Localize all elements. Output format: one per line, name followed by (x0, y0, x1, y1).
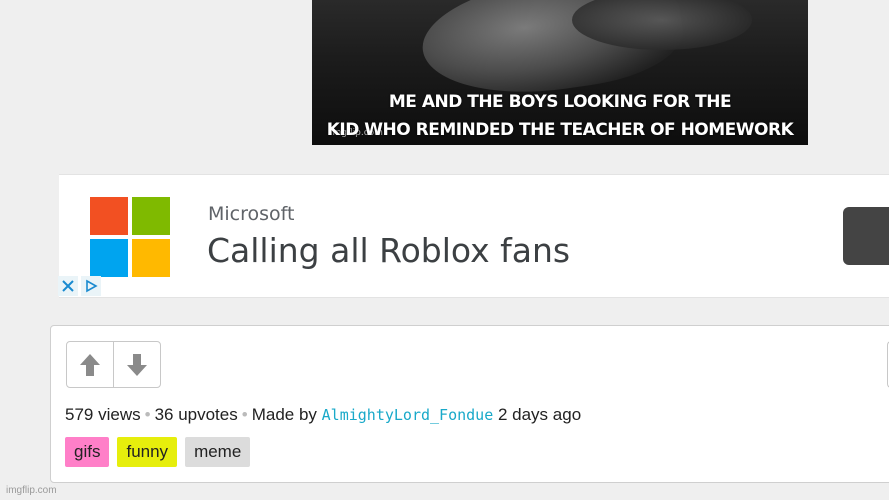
meme-image[interactable]: ME AND THE BOYS LOOKING FOR THE imgflip.… (312, 0, 808, 145)
author-link[interactable]: AlmightyLord_Fondue (322, 406, 494, 424)
tag-funny[interactable]: funny (117, 437, 178, 467)
logo-square-red (90, 197, 128, 235)
arrow-up-icon (80, 353, 100, 376)
made-by-label: Made by (251, 405, 317, 424)
site-watermark: imgflip.com (6, 485, 57, 496)
post-info-card: 579 views • 36 upvotes • Made by AlmightyLor… (50, 325, 889, 483)
tag-gifs[interactable]: gifs (65, 437, 110, 467)
microsoft-logo (90, 197, 170, 277)
vote-buttons (66, 341, 161, 388)
ad-brand: Microsoft (208, 203, 295, 225)
ad-headline[interactable]: Calling all Roblox fans (207, 231, 570, 270)
logo-square-green (132, 197, 170, 235)
logo-square-blue (90, 239, 128, 277)
post-time: 2 days ago (497, 405, 582, 424)
upvote-button[interactable] (67, 342, 114, 387)
separator-dot: • (241, 405, 248, 424)
view-count: 579 views (65, 405, 141, 424)
ad-banner[interactable]: Microsoft Calling all Roblox fans (59, 174, 889, 298)
ad-cta-button[interactable] (843, 207, 889, 265)
adchoices-icon[interactable] (81, 276, 101, 296)
tag-meme[interactable]: meme (185, 437, 251, 467)
separator-dot: • (144, 405, 151, 424)
downvote-button[interactable] (114, 342, 160, 387)
tag-list: gifs funny meme (65, 437, 251, 467)
meme-caption-top: ME AND THE BOYS LOOKING FOR THE (388, 92, 732, 112)
post-meta: 579 views • 36 upvotes • Made by AlmightyLor… (65, 405, 581, 425)
ad-close-icon[interactable] (58, 276, 78, 296)
meme-caption-bottom: KID WHO REMINDED THE TEACHER OF HOMEWORK (326, 120, 794, 140)
logo-square-yellow (132, 239, 170, 277)
arrow-down-icon (127, 353, 147, 376)
upvote-count: 36 upvotes (154, 405, 238, 424)
